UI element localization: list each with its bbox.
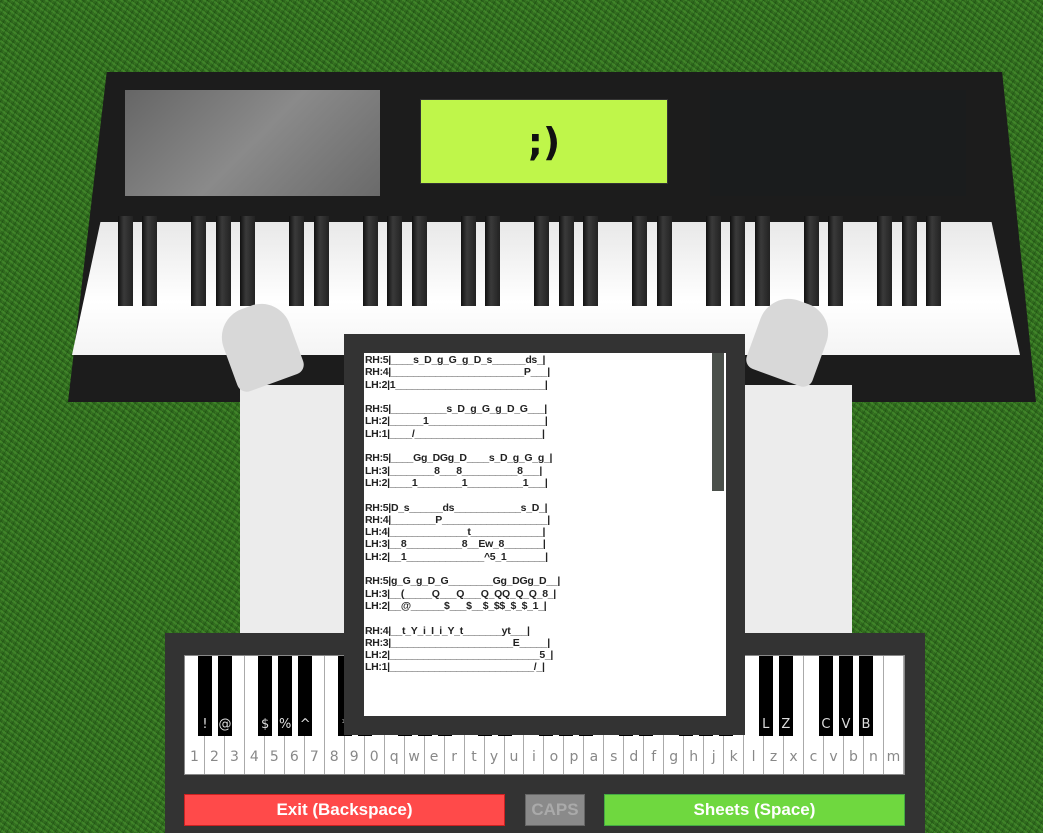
sheet-line: RH:5|__________s_D_g_G_g_D_G___|: [365, 403, 547, 416]
black-key-![interactable]: !: [198, 656, 213, 736]
caps-button[interactable]: CAPS: [525, 794, 585, 826]
sheet-line: RH:3|______________________E_____|: [365, 636, 550, 649]
sheet-line: [365, 489, 726, 501]
black-key-L[interactable]: L: [758, 656, 773, 736]
screen-text: ;): [527, 119, 561, 164]
sheet-line: LH:2|______1_____________________|: [365, 415, 548, 428]
piano-3d-black-key: [117, 216, 133, 306]
sheet-line: RH:4|__t_Y_i_I_i_Y_t_______yt___|: [365, 624, 530, 637]
piano-3d-black-key: [583, 216, 598, 306]
piano-3d-black-key: [803, 216, 819, 306]
sheet-content[interactable]: RH:5|____s_D_g_G_g_D_s______ds_| RH:4|___…: [364, 353, 726, 716]
sheet-line: LH:1|____/_______________________|: [365, 427, 545, 440]
black-key-%[interactable]: %: [278, 656, 293, 736]
sheet-line: LH:2|____1________1__________1___|: [365, 476, 548, 489]
piano-3d-black-key: [215, 216, 231, 306]
piano-3d-black-key: [387, 216, 402, 306]
piano-3d-black-key: [877, 216, 892, 306]
black-key-V[interactable]: V: [838, 656, 853, 736]
piano-3d-black-key: [460, 216, 476, 306]
sheet-line: RH:4|________P___________________|: [365, 513, 550, 526]
sheet-line: [365, 612, 726, 624]
piano-3d-black-key: [730, 216, 745, 306]
white-key-m[interactable]: m: [883, 656, 904, 774]
scrollbar[interactable]: [712, 353, 724, 716]
black-key-^[interactable]: ^: [298, 656, 313, 736]
piano-3d-black-key: [362, 216, 378, 306]
piano-3d-black-key: [191, 216, 206, 306]
piano-right-screen: [710, 90, 966, 196]
sheet-line: LH:3|__8__________8__Ew_8_______|: [365, 538, 546, 551]
black-key-@[interactable]: @: [218, 656, 233, 736]
piano-3d-black-key: [705, 216, 721, 306]
sheet-text: RH:5|____s_D_g_G_g_D_s______ds_| RH:4|___…: [364, 353, 726, 674]
piano-center-screen: ;): [420, 99, 668, 184]
scrollbar-thumb[interactable]: [712, 353, 724, 491]
piano-3d-black-key: [632, 216, 647, 306]
exit-button[interactable]: Exit (Backspace): [184, 794, 505, 826]
piano-left-screen: [125, 90, 380, 196]
piano-3d-black-key: [411, 216, 427, 306]
sheet-line: LH:4|______________t_____________|: [365, 526, 546, 539]
sheet-line: [365, 440, 726, 452]
sheet-music-window: RH:5|____s_D_g_G_g_D_s______ds_| RH:4|___…: [344, 334, 745, 735]
sheet-line: LH:2|1___________________________|: [365, 378, 548, 391]
sheet-line: LH:3|________8___8__________8___|: [365, 464, 542, 477]
sheet-line: RH:5|g_G_g_D_G________Gg_DGg_D__|: [365, 575, 560, 588]
sheet-line: RH:5|____Gg_DGg_D____s_D_g_G_g_|: [365, 452, 553, 465]
piano-3d-black-key: [754, 216, 770, 306]
sheet-line: LH:3|__(_____Q___Q___Q_QQ_Q_Q_8_|: [365, 587, 556, 600]
black-key-Z[interactable]: Z: [778, 656, 793, 736]
sheets-button[interactable]: Sheets (Space): [604, 794, 905, 826]
sheet-line: LH:2|__@______$___$__$_$$_$_$_1_|: [365, 599, 547, 612]
piano-3d-black-key: [558, 216, 574, 306]
piano-3d-black-key: [485, 216, 500, 306]
piano-3d-black-key: [901, 216, 917, 306]
piano-3d-black-key: [828, 216, 843, 306]
sheet-line: RH:5|D_s______ds____________s_D_|: [365, 501, 548, 514]
sheet-line: RH:5|____s_D_g_G_g_D_s______ds_|: [365, 354, 546, 366]
piano-3d-black-key: [240, 216, 255, 306]
piano-3d-black-key: [656, 216, 672, 306]
sheet-line: [365, 563, 726, 575]
black-key-C[interactable]: C: [818, 656, 833, 736]
sheet-line: LH:2|__1______________^5_1_______|: [365, 550, 548, 563]
sheet-line: RH:4|________________________P___|: [365, 366, 550, 379]
piano-3d-black-key: [534, 216, 549, 306]
black-key-B[interactable]: B: [858, 656, 873, 736]
sheet-line: LH:2|___________________________5_|: [365, 649, 554, 662]
piano-3d-black-key: [926, 216, 941, 306]
piano-3d-black-key: [142, 216, 157, 306]
sheet-line: [365, 391, 726, 403]
sheet-line: LH:1|__________________________/_|: [365, 661, 545, 674]
piano-3d-black-key: [289, 216, 304, 306]
piano-3d-black-key: [313, 216, 329, 306]
black-key-$[interactable]: $: [258, 656, 273, 736]
